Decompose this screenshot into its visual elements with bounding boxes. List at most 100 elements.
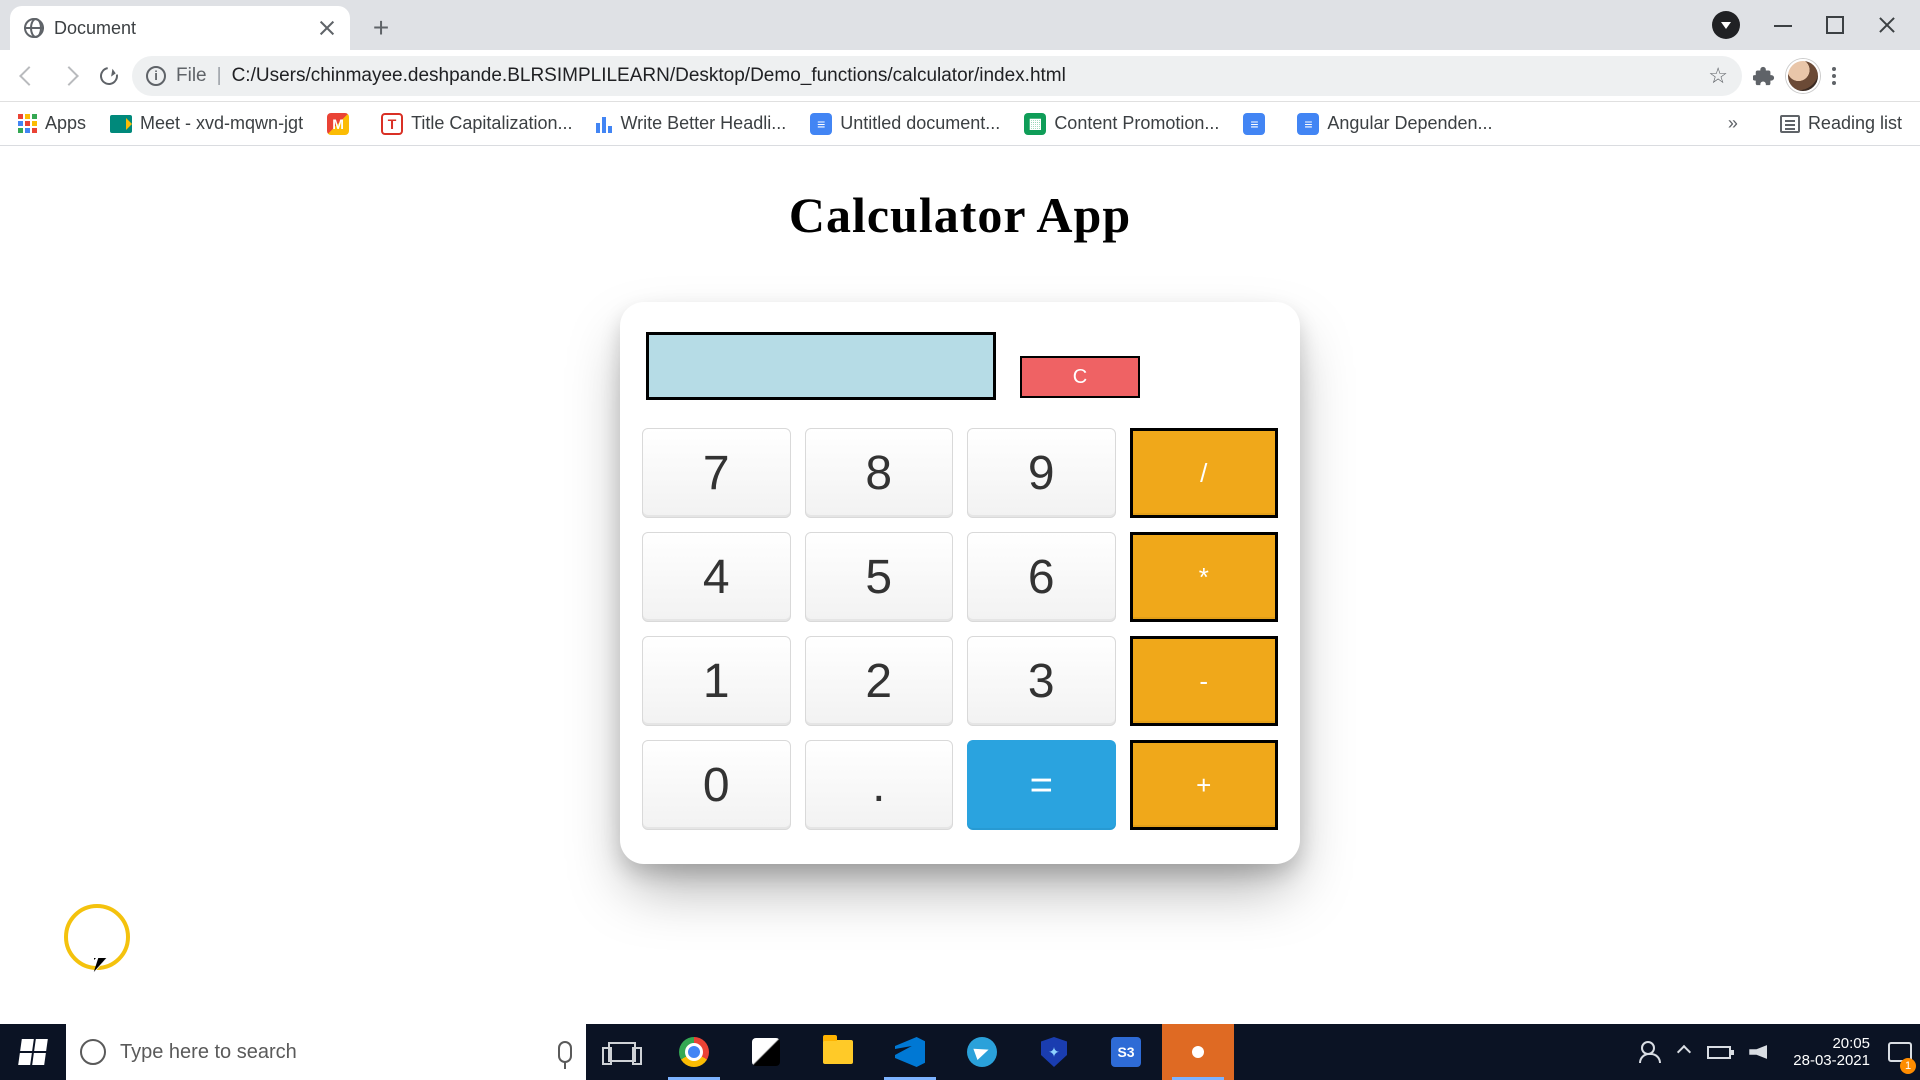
clock-time: 20:05 xyxy=(1793,1035,1870,1052)
bookmarks-overflow[interactable]: » xyxy=(1728,113,1738,134)
reading-list-button[interactable]: Reading list xyxy=(1780,113,1902,134)
bookmark-label: Untitled document... xyxy=(840,113,1000,134)
battery-icon[interactable] xyxy=(1707,1046,1731,1059)
bookmark-angular-dep[interactable]: ≡ Angular Dependen... xyxy=(1297,113,1492,135)
search-placeholder: Type here to search xyxy=(120,1041,297,1064)
app-icon xyxy=(752,1038,780,1066)
taskbar-recorder[interactable] xyxy=(1162,1024,1234,1080)
task-view-button[interactable] xyxy=(586,1024,658,1080)
window-maximize-button[interactable] xyxy=(1826,16,1844,34)
taskbar-search[interactable]: Type here to search xyxy=(66,1024,586,1080)
key-add[interactable]: + xyxy=(1130,740,1279,830)
window-minimize-button[interactable] xyxy=(1774,16,1792,34)
key-5[interactable]: 5 xyxy=(805,532,954,622)
gdoc-icon: ≡ xyxy=(1297,113,1319,135)
back-button[interactable] xyxy=(12,59,46,93)
url-separator: | xyxy=(217,65,222,87)
folder-icon xyxy=(823,1040,853,1064)
chrome-icon xyxy=(679,1037,709,1067)
taskbar-chrome[interactable] xyxy=(658,1024,730,1080)
bookmark-star-icon[interactable]: ☆ xyxy=(1708,63,1728,89)
browser-tab[interactable]: Document xyxy=(10,6,350,50)
calculator-card: C 7 8 9 / 4 5 6 * 1 2 3 - 0 . = + xyxy=(620,302,1300,864)
gdoc-icon: ≡ xyxy=(1243,113,1265,135)
key-multiply[interactable]: * xyxy=(1130,532,1279,622)
key-8[interactable]: 8 xyxy=(805,428,954,518)
key-dot[interactable]: . xyxy=(805,740,954,830)
key-2[interactable]: 2 xyxy=(805,636,954,726)
page-title: Calculator App xyxy=(0,146,1920,244)
reload-button[interactable] xyxy=(92,59,126,93)
record-icon xyxy=(1183,1037,1213,1067)
chrome-menu-icon[interactable] xyxy=(1826,61,1842,91)
key-7[interactable]: 7 xyxy=(642,428,791,518)
taskbar-security[interactable]: ✦ xyxy=(1018,1024,1090,1080)
url-path: C:/Users/chinmayee.deshpande.BLRSIMPLILE… xyxy=(232,65,1066,87)
start-button[interactable] xyxy=(0,1024,66,1080)
tab-title: Document xyxy=(54,18,136,39)
shield-icon: ✦ xyxy=(1041,1037,1067,1067)
taskbar-file-explorer[interactable] xyxy=(802,1024,874,1080)
bookmark-label: Title Capitalization... xyxy=(411,113,572,134)
people-icon[interactable] xyxy=(1639,1041,1661,1063)
cursor-arrow-icon xyxy=(94,958,96,960)
apps-shortcut[interactable]: Apps xyxy=(18,113,86,134)
bookmark-meet[interactable]: Meet - xvd-mqwn-jgt xyxy=(110,113,303,134)
clear-button[interactable]: C xyxy=(1020,356,1140,398)
profile-switcher-icon[interactable] xyxy=(1712,11,1740,39)
browser-chrome: Document + i File | C:/Users/chinmayee.d… xyxy=(0,0,1920,146)
taskbar-app-dark[interactable] xyxy=(730,1024,802,1080)
taskbar-vscode[interactable] xyxy=(874,1024,946,1080)
mic-icon[interactable] xyxy=(558,1041,572,1063)
taskbar-telegram[interactable] xyxy=(946,1024,1018,1080)
window-close-button[interactable] xyxy=(1878,16,1896,34)
key-0[interactable]: 0 xyxy=(642,740,791,830)
window-controls xyxy=(1688,0,1920,50)
key-divide[interactable]: / xyxy=(1130,428,1279,518)
reading-list-icon xyxy=(1780,115,1800,133)
bookmark-content-promotion[interactable]: ▦ Content Promotion... xyxy=(1024,113,1219,135)
site-info-icon[interactable]: i xyxy=(146,66,166,86)
key-6[interactable]: 6 xyxy=(967,532,1116,622)
notification-badge: 1 xyxy=(1900,1058,1916,1074)
action-center-button[interactable]: 1 xyxy=(1880,1024,1920,1080)
key-subtract[interactable]: - xyxy=(1130,636,1279,726)
bookmark-doc-2[interactable]: ≡ xyxy=(1243,113,1273,135)
key-9[interactable]: 9 xyxy=(967,428,1116,518)
browser-toolbar: i File | C:/Users/chinmayee.deshpande.BL… xyxy=(0,50,1920,102)
new-tab-button[interactable]: + xyxy=(362,9,400,47)
tray-overflow-icon[interactable] xyxy=(1677,1045,1691,1059)
cortana-icon xyxy=(80,1039,106,1065)
key-4[interactable]: 4 xyxy=(642,532,791,622)
sound-icon[interactable] xyxy=(1749,1045,1767,1059)
bookmark-write-better[interactable]: Write Better Headli... xyxy=(596,113,786,134)
bookmark-untitled-doc[interactable]: ≡ Untitled document... xyxy=(810,113,1000,135)
gsheet-icon: ▦ xyxy=(1024,113,1046,135)
profile-avatar-icon[interactable] xyxy=(1786,59,1820,93)
meet-icon xyxy=(110,115,132,133)
key-3[interactable]: 3 xyxy=(967,636,1116,726)
extensions-icon[interactable] xyxy=(1748,60,1780,92)
bookmark-title-capitalization[interactable]: T Title Capitalization... xyxy=(381,113,572,135)
bars-icon xyxy=(596,115,612,133)
title-cap-icon: T xyxy=(381,113,403,135)
bookmark-gmail[interactable]: M xyxy=(327,113,357,135)
key-equals[interactable]: = xyxy=(967,740,1116,830)
tab-strip: Document + xyxy=(0,0,1920,50)
bookmark-label: Content Promotion... xyxy=(1054,113,1219,134)
taskbar-clock[interactable]: 20:05 28-03-2021 xyxy=(1783,1035,1880,1070)
taskbar-s3[interactable]: S3 xyxy=(1090,1024,1162,1080)
forward-button[interactable] xyxy=(52,59,86,93)
address-bar[interactable]: i File | C:/Users/chinmayee.deshpande.BL… xyxy=(132,56,1742,96)
url-scheme: File xyxy=(176,65,207,87)
close-tab-icon[interactable] xyxy=(318,19,336,37)
calculator-top-row: C xyxy=(642,332,1278,400)
page-viewport: Calculator App C 7 8 9 / 4 5 6 * 1 2 3 -… xyxy=(0,146,1920,1024)
calculator-display[interactable] xyxy=(646,332,996,400)
vscode-icon xyxy=(895,1037,925,1067)
globe-icon xyxy=(24,18,44,38)
clock-date: 28-03-2021 xyxy=(1793,1052,1870,1069)
apps-label: Apps xyxy=(45,113,86,134)
task-view-icon xyxy=(608,1042,636,1062)
key-1[interactable]: 1 xyxy=(642,636,791,726)
